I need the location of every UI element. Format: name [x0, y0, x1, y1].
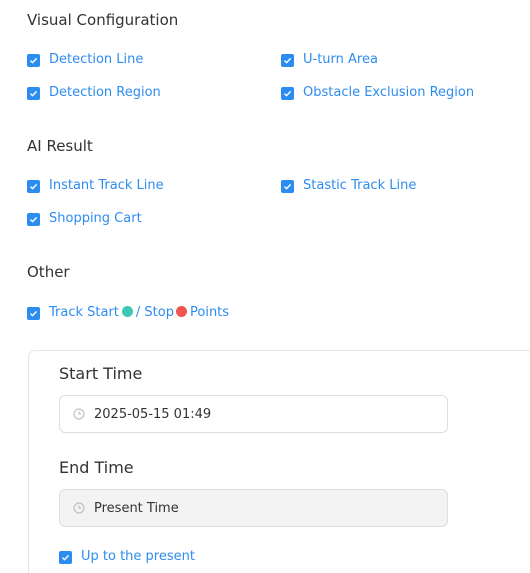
checkbox-checked-icon[interactable] [27, 86, 40, 100]
checkbox-checked-icon[interactable] [27, 212, 40, 226]
obstacle-exclusion-region-label[interactable]: Obstacle Exclusion Region [303, 84, 474, 102]
checkbox-checked-icon[interactable] [27, 53, 40, 67]
start-point-dot-icon [121, 306, 133, 317]
checkbox-checked-icon[interactable] [59, 550, 72, 564]
end-time-title: End Time [59, 458, 134, 477]
detection-region-option[interactable]: Detection Region [27, 84, 161, 102]
checkbox-checked-icon[interactable] [281, 53, 294, 67]
checkbox-checked-icon[interactable] [27, 179, 40, 193]
up-to-present-option[interactable]: Up to the present [59, 548, 195, 566]
points-text: Points [190, 305, 230, 320]
stastic-track-line-label[interactable]: Stastic Track Line [303, 177, 416, 195]
display-settings-panel: Visual Configuration Detection Line U-tu… [0, 0, 530, 573]
checkbox-checked-icon[interactable] [281, 179, 294, 193]
end-time-value: Present Time [94, 500, 179, 516]
shopping-cart-option[interactable]: Shopping Cart [27, 210, 142, 228]
u-turn-area-label[interactable]: U-turn Area [303, 51, 378, 69]
track-start-stop-points-option[interactable]: Track Start / Stop Points [27, 304, 229, 322]
clock-icon [73, 502, 85, 514]
stastic-track-line-option[interactable]: Stastic Track Line [281, 177, 416, 195]
checkbox-checked-icon[interactable] [27, 306, 40, 320]
detection-line-label[interactable]: Detection Line [49, 51, 143, 69]
detection-line-option[interactable]: Detection Line [27, 51, 143, 69]
other-heading: Other [27, 263, 70, 281]
stop-point-dot-icon [176, 306, 187, 317]
checkbox-checked-icon[interactable] [281, 86, 294, 100]
track-points-label[interactable]: Track Start / Stop Points [49, 304, 229, 322]
start-time-title: Start Time [59, 364, 143, 383]
visual-configuration-heading: Visual Configuration [27, 11, 179, 29]
start-time-picker[interactable]: 2025-05-15 01:49 [59, 395, 448, 433]
obstacle-exclusion-region-option[interactable]: Obstacle Exclusion Region [281, 84, 474, 102]
clock-icon [73, 408, 85, 420]
detection-region-label[interactable]: Detection Region [49, 84, 161, 102]
up-to-present-label[interactable]: Up to the present [81, 548, 195, 566]
stop-text: / Stop [135, 305, 174, 320]
u-turn-area-option[interactable]: U-turn Area [281, 51, 378, 69]
start-time-value: 2025-05-15 01:49 [94, 406, 212, 422]
track-start-text: Track Start [49, 305, 119, 320]
instant-track-line-label[interactable]: Instant Track Line [49, 177, 164, 195]
shopping-cart-label[interactable]: Shopping Cart [49, 210, 142, 228]
ai-result-heading: AI Result [27, 137, 93, 155]
instant-track-line-option[interactable]: Instant Track Line [27, 177, 164, 195]
end-time-picker: Present Time [59, 489, 448, 527]
